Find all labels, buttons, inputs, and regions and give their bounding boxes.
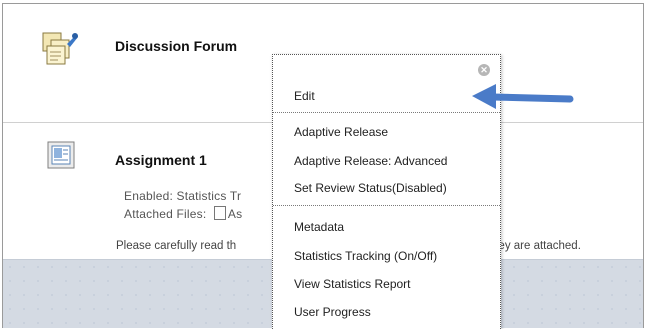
- discussion-forum-title[interactable]: Discussion Forum: [115, 38, 237, 54]
- file-icon: [213, 206, 226, 220]
- assignment-description-start: Please carefully read th: [116, 240, 237, 252]
- attached-file-link[interactable]: As: [228, 207, 242, 221]
- enabled-line: Enabled: Statistics Tr: [124, 189, 241, 203]
- menu-separator: [273, 205, 500, 206]
- close-circle-icon[interactable]: ✕: [478, 64, 490, 76]
- menu-item-metadata[interactable]: Metadata: [294, 220, 344, 234]
- menu-item-statistics-tracking[interactable]: Statistics Tracking (On/Off): [294, 249, 437, 263]
- assignment-title[interactable]: Assignment 1: [115, 152, 207, 168]
- enabled-label: Enabled:: [124, 189, 173, 203]
- attached-files-line: Attached Files: As: [124, 206, 242, 221]
- menu-item-user-progress[interactable]: User Progress: [294, 305, 371, 319]
- menu-item-adaptive-release[interactable]: Adaptive Release: [294, 125, 388, 139]
- assignment-icon: [47, 141, 75, 169]
- discussion-forum-icon: [42, 32, 78, 65]
- attached-files-label: Attached Files:: [124, 207, 207, 221]
- menu-item-set-review-status[interactable]: Set Review Status(Disabled): [294, 181, 447, 195]
- menu-item-adaptive-release-advanced[interactable]: Adaptive Release: Advanced: [294, 154, 447, 168]
- pointer-arrow-icon: [472, 84, 574, 109]
- menu-item-edit[interactable]: Edit: [294, 89, 315, 103]
- enabled-value: Statistics Tr: [176, 189, 242, 203]
- context-menu: ✕ Edit Adaptive Release Adaptive Release…: [272, 54, 501, 329]
- menu-separator: [273, 112, 500, 113]
- menu-item-view-statistics-report[interactable]: View Statistics Report: [294, 277, 411, 291]
